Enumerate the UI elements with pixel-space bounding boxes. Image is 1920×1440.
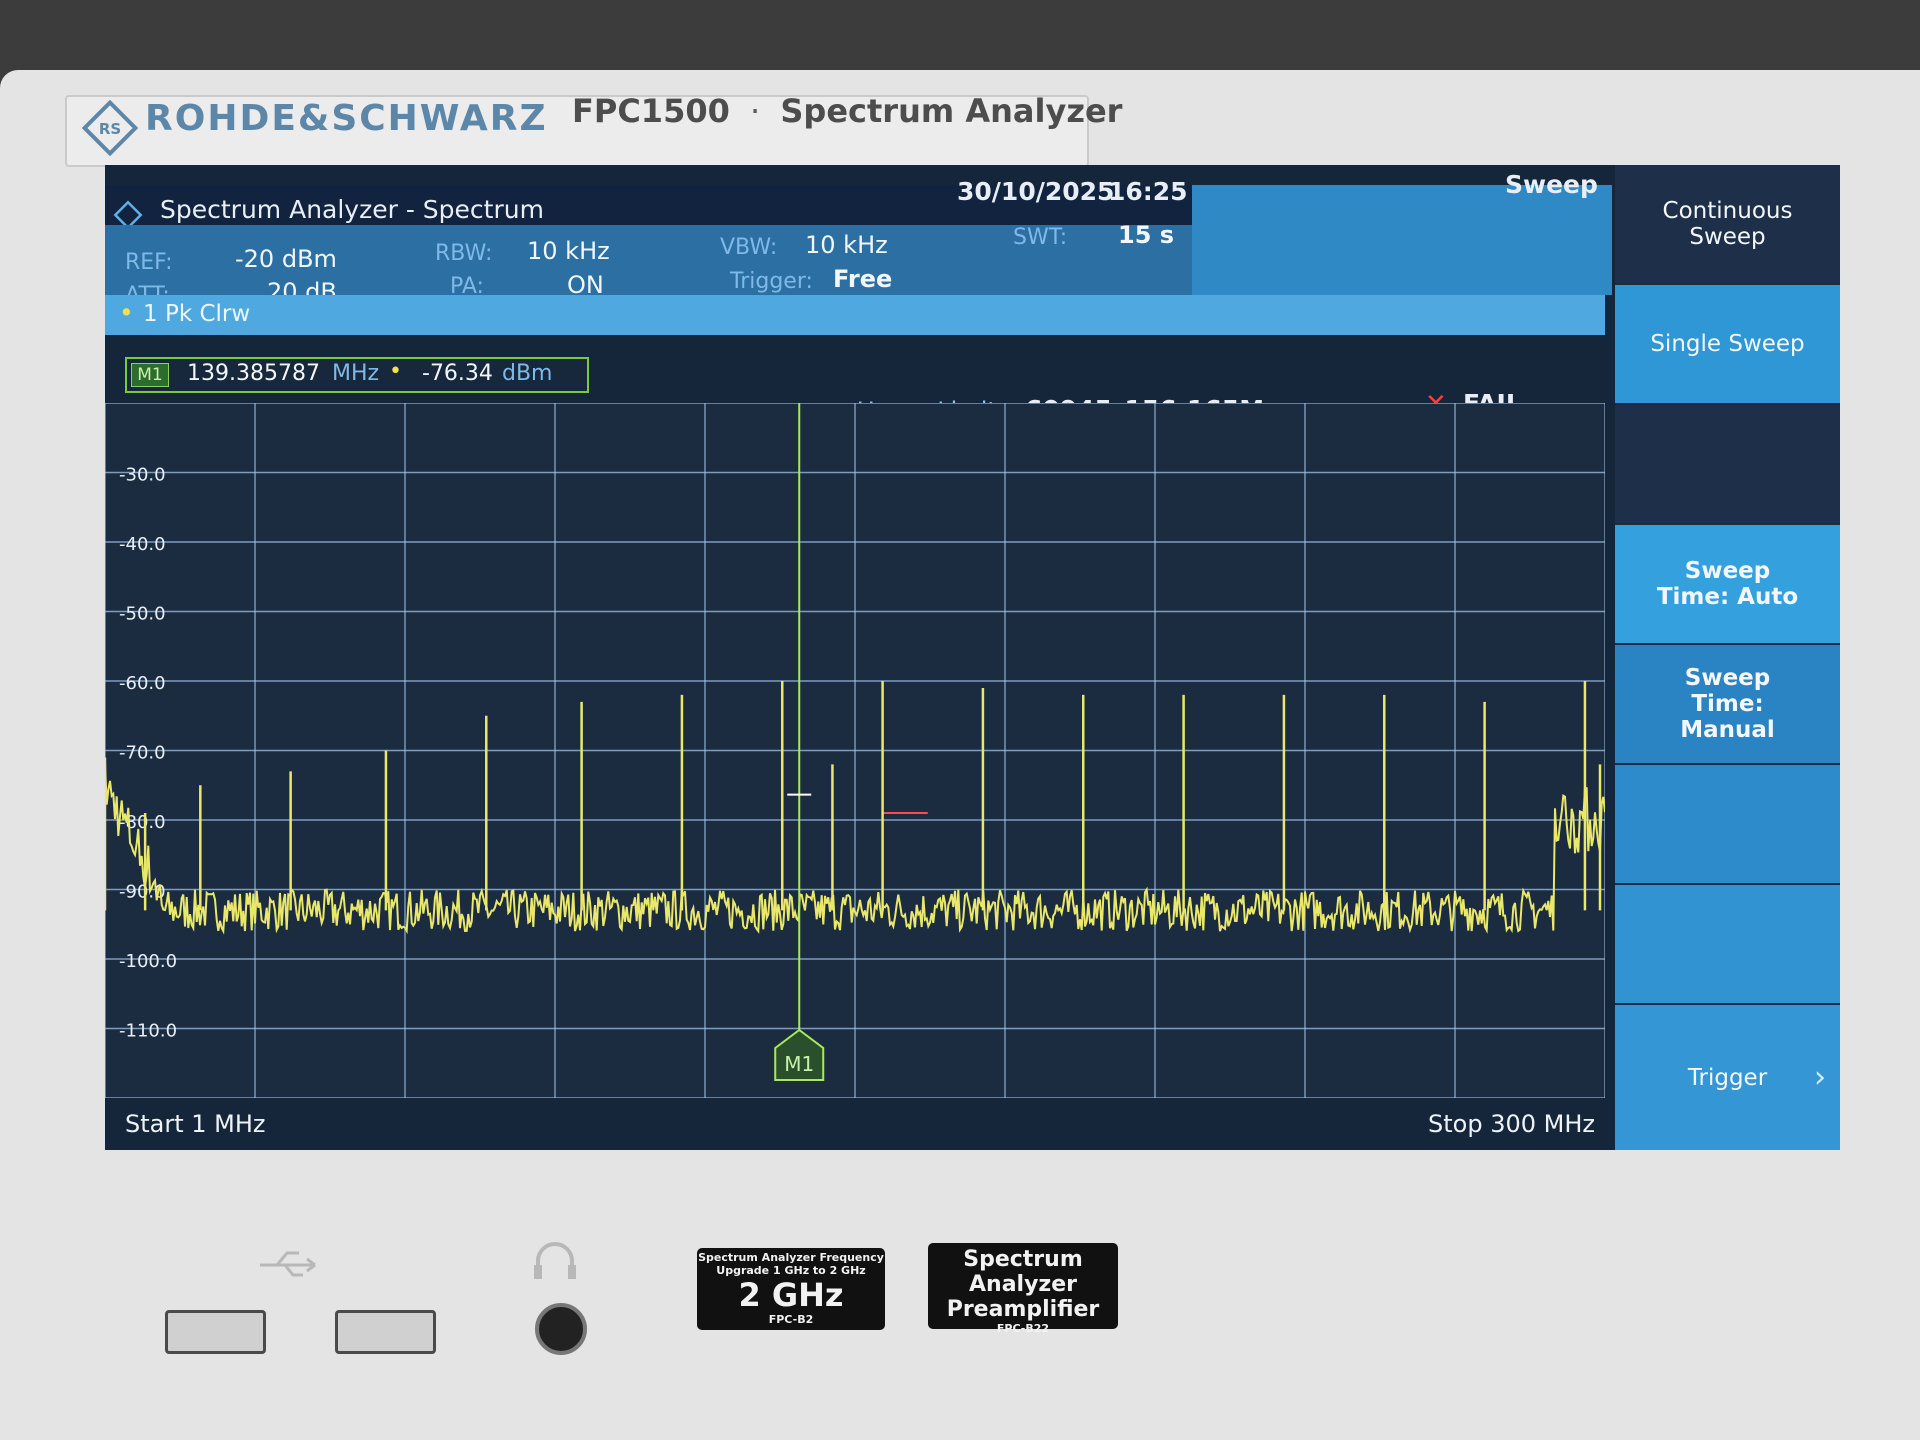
- softkey-empty-2[interactable]: [1615, 765, 1840, 883]
- trace-peaks: [105, 681, 1602, 911]
- usb-icon: [260, 1251, 316, 1277]
- badge-big: 2 GHz: [738, 1276, 844, 1314]
- svg-text:RS: RS: [99, 120, 121, 138]
- rohde-schwarz-logo: RS: [82, 100, 138, 156]
- mode-label: Sweep: [1505, 170, 1598, 199]
- vbw-value[interactable]: 10 kHz: [805, 231, 888, 259]
- softkey-label: Trigger: [1687, 1064, 1768, 1091]
- frequency-upgrade-badge: Spectrum Analyzer Frequency Upgrade 1 GH…: [697, 1248, 885, 1330]
- y-tick-label: -110.0: [119, 1021, 177, 1042]
- vbw-label: VBW:: [720, 235, 778, 260]
- plot-gridlines: [105, 403, 1605, 1098]
- swt-value[interactable]: 15 s: [1118, 221, 1174, 249]
- start-frequency[interactable]: Start 1 MHz: [125, 1110, 266, 1138]
- softkey-empty-1[interactable]: [1615, 405, 1840, 523]
- y-tick-label: -50.0: [119, 604, 166, 625]
- ref-value[interactable]: -20 dBm: [235, 245, 337, 273]
- analyzer-screen: Spectrum Analyzer - Spectrum 30/10/2025 …: [105, 165, 1840, 1150]
- usb-port-1[interactable]: [165, 1310, 266, 1354]
- marker-tag: M1: [131, 363, 169, 387]
- trace-bar: [105, 295, 1605, 335]
- softkey-empty-3[interactable]: [1615, 885, 1840, 1003]
- badge-code: FPC-B2: [768, 1313, 814, 1326]
- mode-bar: [1192, 185, 1612, 295]
- marker-level-unit: dBm: [502, 361, 553, 386]
- softkey-continuous-sweep[interactable]: Continuous Sweep: [1615, 165, 1840, 283]
- y-tick-label: -70.0: [119, 743, 166, 764]
- chevron-right-icon: ›: [1814, 1060, 1826, 1095]
- badge-line: Spectrum Analyzer Frequency: [698, 1251, 884, 1264]
- marker-dot-icon: •: [389, 359, 402, 384]
- model-name: FPC1500: [572, 92, 730, 130]
- softkey-sweep-time-manual[interactable]: Sweep Time: Manual: [1615, 645, 1840, 763]
- softkey-label: Sweep Time: Manual: [1680, 665, 1775, 743]
- marker-level: -76.34: [422, 361, 493, 386]
- softkey-label: Sweep Time: Auto: [1656, 558, 1799, 610]
- y-tick-label: -60.0: [119, 673, 166, 694]
- stop-frequency[interactable]: Stop 300 MHz: [1415, 1110, 1595, 1138]
- marker-readout[interactable]: M1 139.385787 MHz • -76.34 dBm: [125, 357, 589, 393]
- product-name: Spectrum Analyzer: [780, 92, 1123, 130]
- headphones-icon: [534, 1242, 576, 1279]
- softkey-panel: Continuous Sweep Single Sweep Sweep Time…: [1615, 165, 1840, 1150]
- rbw-label: RBW:: [435, 241, 493, 266]
- marker-flag-label: M1: [784, 1052, 814, 1076]
- model-title: FPC1500 · Spectrum Analyzer: [572, 92, 1122, 130]
- usb-port-2[interactable]: [335, 1310, 436, 1354]
- rbw-value[interactable]: 10 kHz: [527, 237, 610, 265]
- trace-dot-icon: •: [119, 298, 134, 327]
- marker-frequency-unit: MHz: [332, 361, 380, 386]
- trigger-value[interactable]: Free: [833, 265, 892, 293]
- softkey-label: Continuous Sweep: [1662, 198, 1793, 250]
- spectrum-plot[interactable]: -30.0-40.0-50.0-60.0-70.0-80.0-90.0-100.…: [105, 403, 1605, 1098]
- y-tick-label: -100.0: [119, 951, 177, 972]
- badge-line: Spectrum Analyzer: [963, 1247, 1083, 1297]
- y-tick-label: -30.0: [119, 465, 166, 486]
- plot-y-tick-labels: -30.0-40.0-50.0-60.0-70.0-80.0-90.0-100.…: [119, 465, 177, 1042]
- softkey-label: Single Sweep: [1650, 331, 1805, 357]
- softkey-single-sweep[interactable]: Single Sweep: [1615, 285, 1840, 403]
- date-readout: 30/10/2025: [957, 177, 1115, 206]
- trace-label[interactable]: 1 Pk Clrw: [143, 301, 250, 327]
- marker-frequency: 139.385787: [187, 361, 320, 386]
- headphone-jack[interactable]: [535, 1303, 587, 1355]
- badge-code: FPC-B22: [996, 1322, 1050, 1335]
- softkey-trigger[interactable]: Trigger ›: [1615, 1005, 1840, 1150]
- trigger-label: Trigger:: [730, 269, 813, 294]
- badge-line: Preamplifier: [946, 1297, 1100, 1322]
- time-readout: 16:25: [1108, 177, 1188, 206]
- model-separator: ·: [750, 92, 761, 130]
- y-tick-label: -40.0: [119, 534, 166, 555]
- app-title: Spectrum Analyzer - Spectrum: [160, 195, 544, 224]
- ref-label: REF:: [125, 250, 173, 275]
- swt-label: SWT:: [1013, 225, 1068, 250]
- brand-name: ROHDE&SCHWARZ: [145, 98, 548, 139]
- preamplifier-badge: Spectrum Analyzer Preamplifier FPC-B22: [928, 1243, 1118, 1335]
- softkey-sweep-time-auto[interactable]: Sweep Time: Auto: [1615, 525, 1840, 643]
